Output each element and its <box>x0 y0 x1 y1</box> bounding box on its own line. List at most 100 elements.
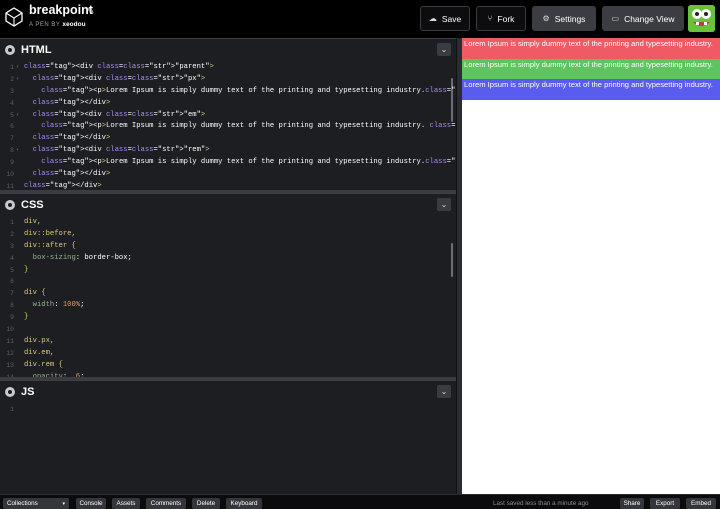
settings-label: Settings <box>554 13 586 24</box>
bottom-bar: Collections ▾ Console Assets Comments De… <box>0 494 720 509</box>
html-code-line[interactable]: 1 ▾ class="tag"><div class=class="str">"pa… <box>0 62 456 74</box>
fold-arrow-icon[interactable]: ▾ <box>16 74 19 86</box>
line-number: 10 <box>6 326 14 334</box>
html-code-line[interactable]: 6 class="tag"><p>Lorem Ipsum is simply d… <box>0 121 456 133</box>
html-code-area[interactable]: 1 ▾ class="tag"><div class=class="str">"pa… <box>0 62 456 190</box>
css-code-line[interactable]: 12 div.em, <box>0 348 456 360</box>
codepen-logo-icon[interactable] <box>5 7 23 27</box>
code-text: div { <box>24 289 46 298</box>
monster-avatar-icon <box>688 5 715 32</box>
css-code-line[interactable]: 13 div.rem { <box>0 360 456 372</box>
css-code-line[interactable]: 11 div.px, <box>0 336 456 348</box>
line-number: 10 <box>6 171 14 179</box>
html-code-line[interactable]: 11 class="tag"></div> <box>0 181 456 190</box>
change-view-button[interactable]: ▭ Change View <box>602 6 684 31</box>
code-text: class="tag"><div class=class="str">"em"> <box>32 110 206 119</box>
gear-icon: ⚙ <box>542 14 550 23</box>
js-editor-title: JS <box>21 385 35 398</box>
console-button[interactable]: Console <box>76 498 106 509</box>
line-number: 4 <box>10 99 14 107</box>
line-number: 1 <box>10 219 14 226</box>
chevron-down-icon: ▾ <box>62 500 65 507</box>
code-text: class="tag"><p>Lorem Ipsum is simply dum… <box>41 86 456 95</box>
settings-button[interactable]: ⚙ Settings <box>532 6 596 31</box>
js-settings-gear-icon[interactable] <box>5 386 15 397</box>
code-text: div.rem { <box>24 360 63 369</box>
share-button[interactable]: Share <box>620 498 644 509</box>
line-number: 3 <box>10 87 14 95</box>
css-editor-title: CSS <box>21 198 44 211</box>
html-editor-header: HTML ⌄ <box>0 38 456 60</box>
line-number: 11 <box>6 337 14 345</box>
export-button[interactable]: Export <box>650 498 680 509</box>
layout-icon: ▭ <box>611 14 620 23</box>
line-number: 1 <box>10 406 14 413</box>
css-code-area[interactable]: 1 div, 2 div::before, 3 div::after {4 box-siz… <box>0 217 456 377</box>
css-code-line[interactable]: 7 div { <box>0 288 456 300</box>
css-chevron-down-icon[interactable]: ⌄ <box>437 198 451 211</box>
comments-button[interactable]: Comments <box>146 498 186 509</box>
line-number: 5 <box>10 111 14 119</box>
css-code-line[interactable]: 4 box-sizing: border-box; <box>0 253 456 265</box>
line-number: 9 <box>10 314 14 322</box>
html-code-line[interactable]: 7 class="tag"></div> <box>0 133 456 145</box>
html-code-line[interactable]: 8 ▾ class="tag"><div class=class="str">"r… <box>0 145 456 157</box>
save-button[interactable]: ☁ Save <box>420 6 470 31</box>
edit-pencil-icon[interactable]: ✎ <box>87 6 95 17</box>
css-code-line[interactable]: 3 div::after { <box>0 241 456 253</box>
html-code-line[interactable]: 5 ▾ class="tag"><div class=class="str">"e… <box>0 110 456 122</box>
save-label: Save <box>441 13 462 24</box>
css-code-line[interactable]: 1 div, <box>0 217 456 229</box>
fold-arrow-icon[interactable]: ▾ <box>16 62 19 74</box>
line-number: 9 <box>10 159 14 167</box>
assets-button[interactable]: Assets <box>112 498 140 509</box>
preview-em-box: Lorem Ipsum is simply dummy text of the … <box>462 58 720 79</box>
codepen-editor: breakpoint ✎ A PEN BY xeodou ☁ Save ⑂ Fo… <box>0 0 720 509</box>
code-text: class="tag"></div> <box>24 181 102 190</box>
fork-button[interactable]: ⑂ Fork <box>476 6 526 31</box>
code-text: class="tag"><p>Lorem Ipsum is simply dum… <box>41 158 456 167</box>
keyboard-button[interactable]: Keyboard <box>226 498 262 509</box>
css-code-line[interactable]: 2 div::before, <box>0 229 456 241</box>
css-settings-gear-icon[interactable] <box>5 199 15 210</box>
html-settings-gear-icon[interactable] <box>5 44 15 55</box>
delete-button[interactable]: Delete <box>192 498 220 509</box>
pen-title[interactable]: breakpoint <box>29 3 93 17</box>
line-number: 6 <box>10 123 14 131</box>
line-number: 6 <box>10 278 14 286</box>
fold-arrow-icon[interactable]: ▾ <box>16 145 19 157</box>
html-code-line[interactable]: 9 class="tag"><p>Lorem Ipsum is simply d… <box>0 157 456 169</box>
js-code-area[interactable]: 1 <box>0 404 456 494</box>
html-code-line[interactable]: 4 class="tag"></div> <box>0 98 456 110</box>
html-code-line[interactable]: 3 class="tag"><p>Lorem Ipsum is simply d… <box>0 86 456 98</box>
fold-arrow-icon[interactable]: ▾ <box>16 110 19 122</box>
js-chevron-down-icon[interactable]: ⌄ <box>437 385 451 398</box>
css-code-line[interactable]: 9} <box>0 312 456 324</box>
line-number: 5 <box>10 266 14 274</box>
preview-rem-box: Lorem Ipsum is simply dummy text of the … <box>462 79 720 100</box>
code-text: class="tag"><p>Lorem Ipsum is simply dum… <box>41 122 456 131</box>
html-code-line[interactable]: 2 ▾ class="tag"><div class=class="str">"p… <box>0 74 456 86</box>
embed-button[interactable]: Embed <box>686 498 716 509</box>
line-number: 12 <box>6 349 14 357</box>
code-text: class="tag"></div> <box>32 170 111 179</box>
collections-dropdown[interactable]: Collections ▾ <box>3 498 69 509</box>
author-link[interactable]: xeodou <box>62 21 85 28</box>
css-code-line[interactable]: 8 width: 100%; <box>0 300 456 312</box>
code-text: } <box>24 313 29 322</box>
line-number: 8 <box>10 302 14 310</box>
css-code-line[interactable]: 6 <box>0 276 456 288</box>
line-number: 3 <box>10 242 14 250</box>
js-code-line[interactable]: 1 <box>0 404 456 416</box>
pen-by-prefix: A PEN BY <box>29 22 61 28</box>
html-code-line[interactable]: 10 class="tag"></div> <box>0 169 456 181</box>
css-code-line[interactable]: 10 <box>0 324 456 336</box>
html-chevron-down-icon[interactable]: ⌄ <box>437 43 451 56</box>
css-code-line[interactable]: 5} <box>0 265 456 277</box>
line-number: 7 <box>10 135 14 143</box>
html-editor-title: HTML <box>21 43 52 56</box>
code-text: box-sizing: border-box; <box>32 253 132 262</box>
line-number: 13 <box>6 361 14 369</box>
line-number: 8 <box>10 147 14 155</box>
avatar[interactable] <box>688 5 715 32</box>
